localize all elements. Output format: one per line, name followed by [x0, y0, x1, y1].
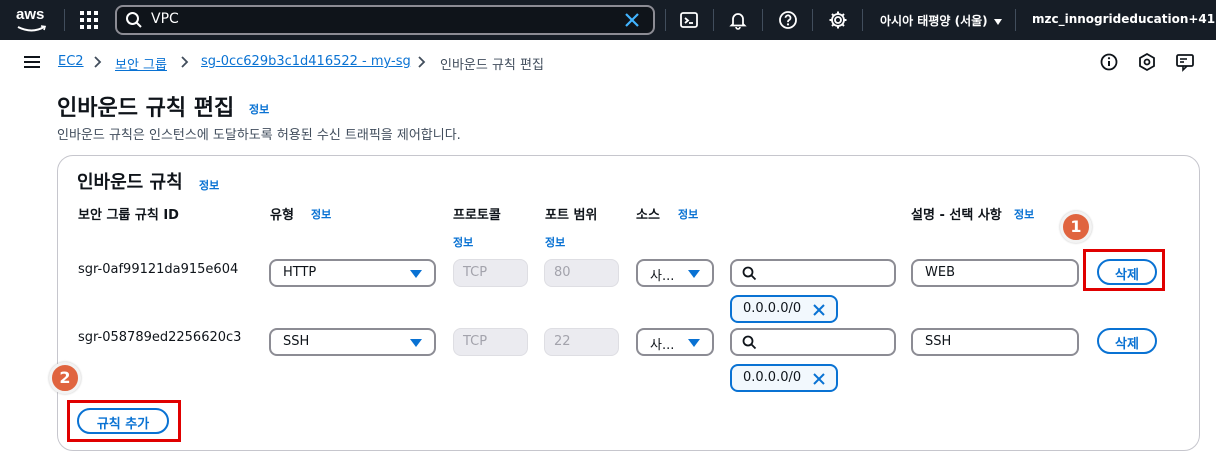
nav-divider — [665, 9, 666, 31]
protocol-field: TCP — [453, 259, 528, 287]
step-badge-1: 1 — [1060, 211, 1092, 243]
search-icon — [742, 266, 757, 281]
search-icon — [126, 12, 142, 28]
page-info-link[interactable]: 정보 — [249, 101, 269, 117]
col-header-type: 유형 — [270, 208, 294, 223]
source-type-value: 사... — [650, 269, 675, 284]
help-icon[interactable] — [778, 10, 798, 30]
delete-rule-button[interactable]: 삭제 — [1097, 328, 1157, 354]
aws-logo-text: aws — [16, 6, 45, 23]
source-type-value: 사... — [650, 338, 675, 353]
type-select[interactable]: SSH — [269, 328, 436, 356]
port-range-field: 22 — [544, 328, 619, 356]
port-range-field: 80 — [544, 259, 619, 287]
cidr-token: 0.0.0.0/0 — [730, 295, 838, 323]
dropdown-caret-icon — [688, 339, 700, 347]
source-type-select[interactable]: 사... — [636, 259, 714, 287]
remove-token-icon[interactable] — [812, 372, 826, 386]
settings-gear-icon[interactable] — [828, 10, 848, 30]
chevron-right-icon — [94, 56, 102, 68]
type-select-value: HTTP — [283, 265, 317, 280]
aws-logo[interactable]: aws — [16, 6, 48, 34]
menu-hamburger-icon[interactable] — [24, 56, 40, 68]
search-icon — [742, 335, 757, 350]
clear-search-icon[interactable] — [623, 11, 641, 29]
chevron-right-icon — [418, 56, 426, 68]
col-header-port-range: 포트 범위 — [545, 208, 598, 223]
account-label: mzc_innogrideducation+41 — [1032, 12, 1216, 26]
step-badge-2: 2 — [49, 362, 81, 394]
nav-divider — [713, 9, 714, 31]
dropdown-caret-icon — [410, 270, 422, 278]
remove-token-icon[interactable] — [812, 303, 826, 317]
col-header-description: 설명 - 선택 사항 — [911, 208, 1002, 223]
col-header-source: 소스 — [636, 208, 660, 223]
col-header-rule-id: 보안 그룹 규칙 ID — [78, 208, 179, 223]
description-input[interactable]: WEB — [911, 259, 1079, 287]
cidr-token-label: 0.0.0.0/0 — [743, 370, 802, 385]
nav-divider — [64, 9, 65, 31]
panel-info-link[interactable]: 정보 — [199, 177, 219, 193]
region-caret-icon — [993, 18, 1002, 25]
region-label: 아시아 태평양 (서울) — [880, 14, 988, 28]
search-value: VPC — [151, 11, 179, 27]
feedback-icon[interactable] — [1175, 52, 1195, 72]
source-search-input[interactable] — [730, 259, 896, 287]
breadcrumb-security-groups[interactable]: 보안 그룹 — [115, 54, 167, 73]
security-hub-icon[interactable] — [1137, 52, 1157, 72]
inbound-rules-container — [57, 155, 1200, 451]
source-info-link[interactable]: 정보 — [678, 206, 698, 222]
description-input[interactable]: SSH — [911, 328, 1079, 356]
account-menu[interactable]: mzc_innogrideducation+41 — [1032, 12, 1216, 26]
search-input[interactable]: VPC — [115, 5, 655, 35]
region-selector[interactable]: 아시아 태평양 (서울) — [880, 12, 1002, 29]
nav-divider — [812, 9, 813, 31]
highlight-box-add-rule — [67, 400, 181, 442]
source-type-select[interactable]: 사... — [636, 328, 714, 356]
notifications-bell-icon[interactable] — [728, 10, 748, 30]
highlight-box-delete — [1083, 249, 1165, 291]
cloudshell-icon[interactable] — [679, 10, 699, 30]
type-select-value: SSH — [283, 334, 310, 349]
port-info-link[interactable]: 정보 — [545, 234, 565, 250]
description-info-link[interactable]: 정보 — [1014, 206, 1034, 222]
rule-id: sgr-0af99121da915e604 — [78, 262, 239, 277]
dropdown-caret-icon — [410, 339, 422, 347]
protocol-field: TCP — [453, 328, 528, 356]
breadcrumb-security-group[interactable]: sg-0cc629b3c1d416522 - my-sg — [201, 54, 411, 69]
type-select[interactable]: HTTP — [269, 259, 436, 287]
panel-title: 인바운드 규칙 — [77, 172, 183, 193]
cidr-token-label: 0.0.0.0/0 — [743, 301, 802, 316]
nav-divider — [1015, 9, 1016, 31]
col-header-protocol: 프로토콜 — [453, 208, 501, 223]
protocol-info-link[interactable]: 정보 — [453, 234, 473, 250]
chevron-right-icon — [181, 56, 189, 68]
nav-divider — [862, 9, 863, 31]
services-menu-icon[interactable] — [80, 11, 98, 29]
type-info-link[interactable]: 정보 — [311, 206, 331, 222]
aws-smile-icon — [17, 25, 47, 32]
page-description: 인바운드 규칙은 인스턴스에 도달하도록 허용된 수신 트래픽을 제어합니다. — [57, 128, 461, 143]
top-navigation: aws VPC 아시아 태평양 (서울) mzc_innogrideducati… — [0, 0, 1216, 40]
nav-divider — [762, 9, 763, 31]
source-search-input[interactable] — [730, 328, 896, 356]
breadcrumb-current: 인바운드 규칙 편집 — [440, 58, 544, 73]
breadcrumb-ec2[interactable]: EC2 — [58, 54, 84, 69]
rule-id: sgr-058789ed2256620c3 — [78, 330, 242, 345]
info-panel-icon[interactable] — [1099, 52, 1119, 72]
cidr-token: 0.0.0.0/0 — [730, 364, 838, 392]
page-title: 인바운드 규칙 편집 — [57, 96, 235, 121]
dropdown-caret-icon — [688, 270, 700, 278]
